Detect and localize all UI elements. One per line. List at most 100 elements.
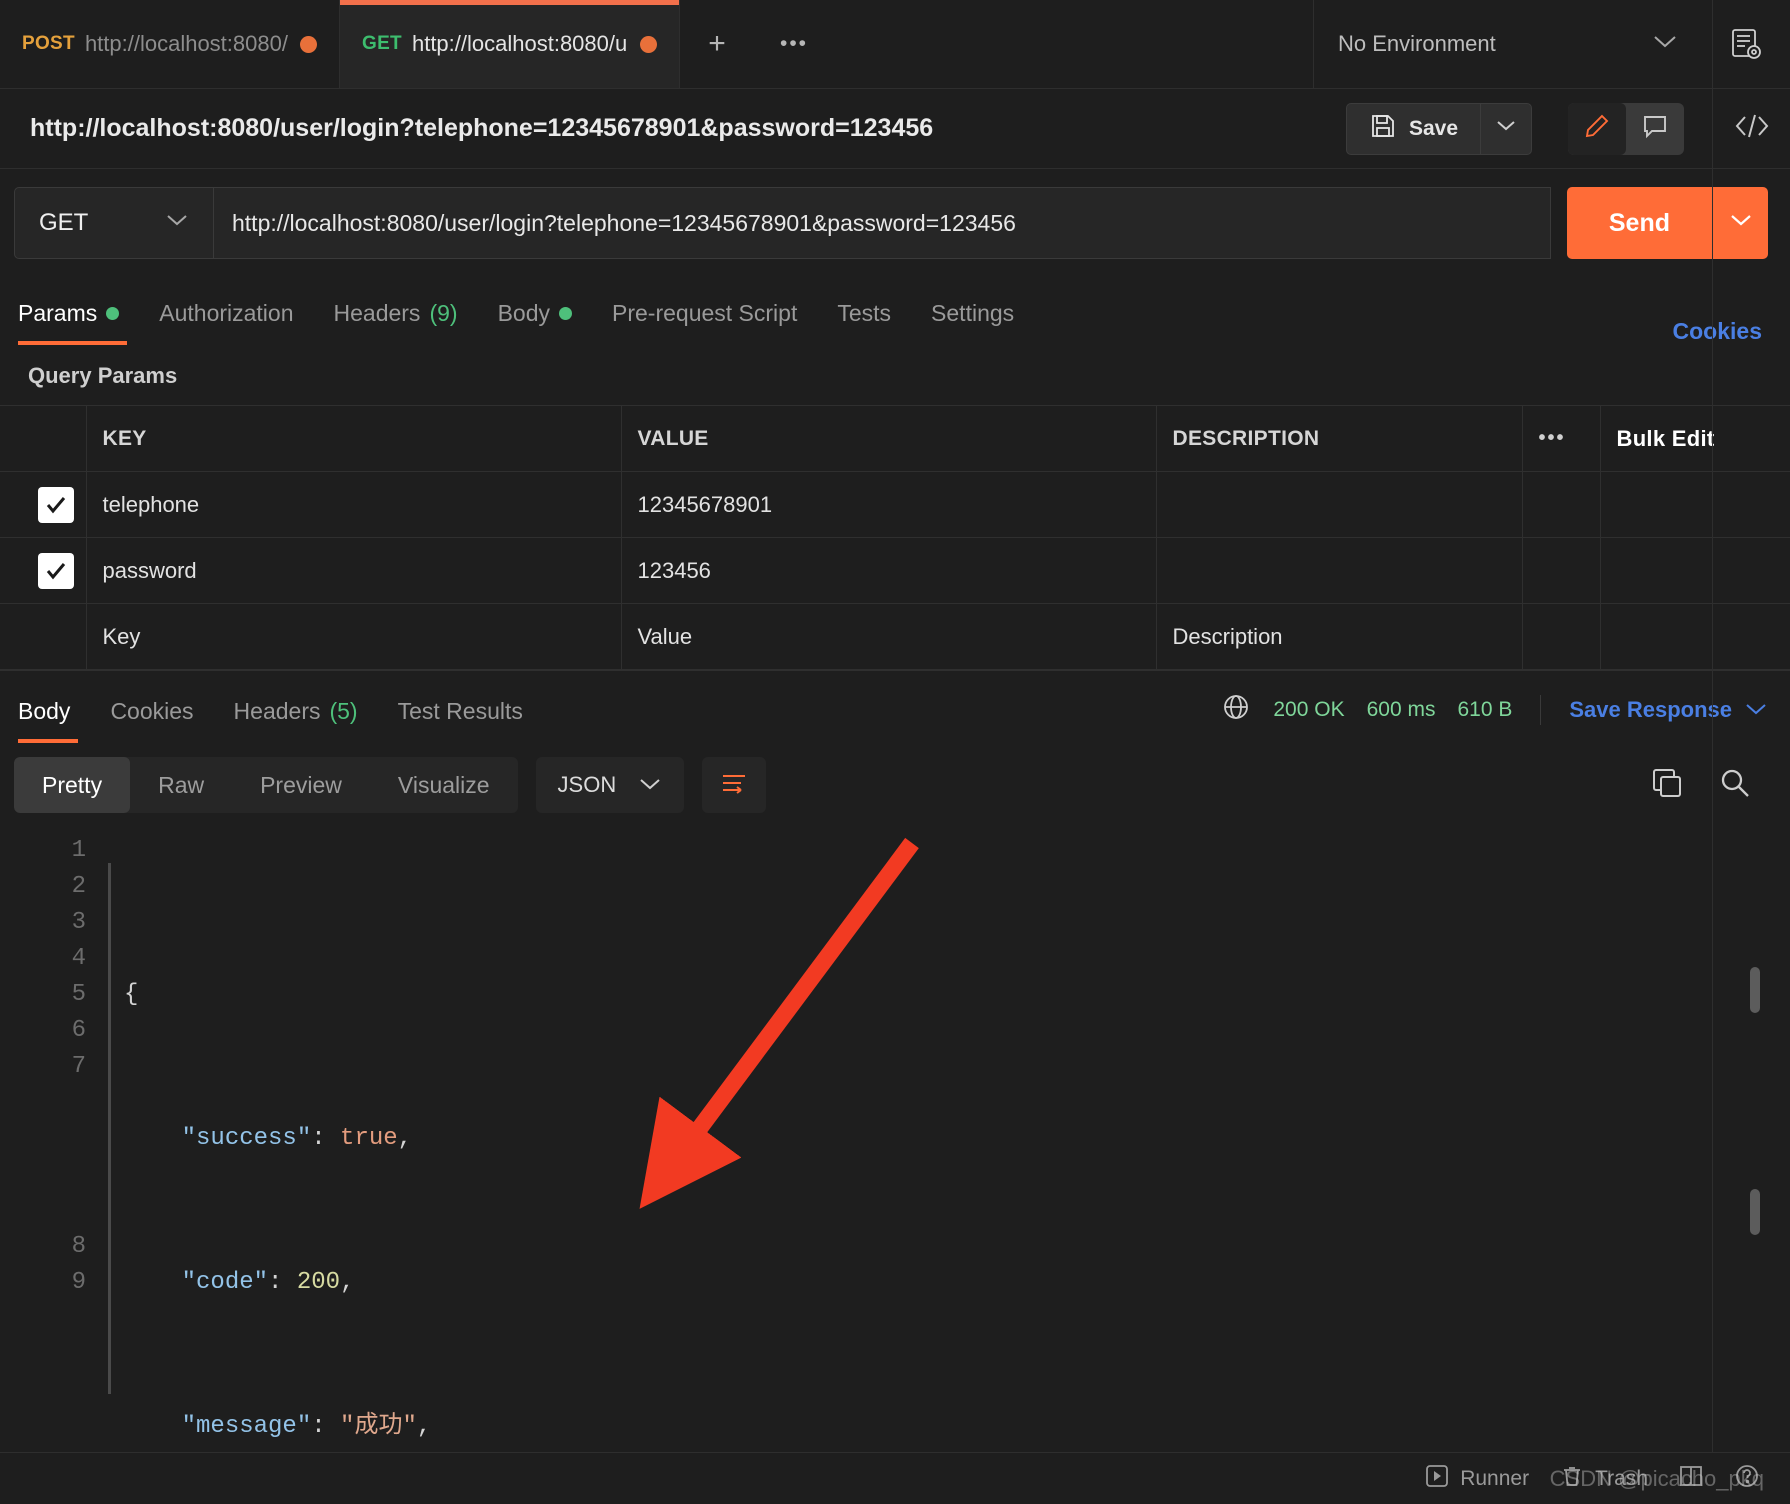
view-mode-preview[interactable]: Preview — [232, 757, 370, 813]
tab-label: Test Results — [397, 697, 523, 724]
table-row: password 123456 — [0, 537, 1790, 604]
param-description-placeholder[interactable]: Description — [1156, 603, 1523, 670]
json-value: true — [340, 1125, 398, 1152]
param-description[interactable] — [1156, 471, 1523, 538]
save-icon — [1369, 112, 1397, 146]
response-tab-cookies[interactable]: Cookies — [90, 679, 213, 743]
line-number: 6 — [71, 1017, 86, 1044]
view-mode-visualize[interactable]: Visualize — [370, 757, 518, 813]
json-key: "message" — [181, 1413, 312, 1440]
view-mode-pretty[interactable]: Pretty — [14, 757, 131, 813]
header-description: DESCRIPTION — [1156, 405, 1523, 472]
tab-options-icon[interactable]: ••• — [754, 0, 834, 88]
code-line-3: "code": 200, — [181, 1269, 355, 1296]
send-button[interactable]: Send — [1566, 187, 1712, 259]
right-rail — [1712, 0, 1790, 1452]
json-code[interactable]: { "success": true, "code": 200, "message… — [108, 827, 1790, 1452]
tab-name-label: http://localhost:8080/ — [84, 31, 288, 56]
edit-description-button[interactable] — [1568, 102, 1626, 155]
line-number: 2 — [71, 873, 86, 900]
line-number: 1 — [71, 837, 86, 864]
comment-icon — [1641, 112, 1669, 145]
header-more-options-icon[interactable]: ••• — [1522, 405, 1601, 472]
new-tab-button[interactable]: + — [680, 0, 754, 88]
request-title-bar: http://localhost:8080/user/login?telepho… — [0, 88, 1790, 169]
trash-icon — [1559, 1463, 1585, 1495]
tab-label: Tests — [837, 299, 892, 326]
param-value[interactable]: 123456 — [621, 537, 1157, 604]
divider — [1540, 694, 1542, 725]
modified-dot-icon — [106, 306, 120, 320]
response-format-select[interactable]: JSON — [535, 757, 685, 813]
tab-label: Params — [18, 299, 98, 326]
tab-params[interactable]: Params — [14, 281, 139, 345]
code-line-2: "success": true, — [181, 1125, 413, 1152]
request-tab-get[interactable]: GET http://localhost:8080/u — [340, 0, 680, 88]
row-checkbox-cell[interactable] — [0, 471, 87, 538]
pencil-icon — [1583, 112, 1611, 145]
tab-headers[interactable]: Headers (9) — [314, 281, 478, 345]
tab-body[interactable]: Body — [478, 281, 592, 345]
tab-tests[interactable]: Tests — [817, 281, 911, 345]
save-button[interactable]: Save — [1345, 102, 1480, 155]
response-body-viewer[interactable]: 1 2 3 4 5 6 7 8 9 { "success": true, "co… — [0, 827, 1790, 1452]
wrap-lines-button[interactable] — [702, 757, 767, 813]
tab-settings[interactable]: Settings — [911, 281, 1034, 345]
row-checkbox-cell[interactable] — [0, 603, 87, 670]
param-enabled-checkbox[interactable] — [38, 552, 74, 589]
unsaved-dot-icon — [640, 35, 657, 53]
tab-method-label: GET — [362, 33, 402, 54]
trash-label: Trash — [1595, 1466, 1648, 1490]
status-bar: Runner Trash CSDN @picacho_pkq — [0, 1452, 1790, 1504]
modified-dot-icon — [559, 306, 572, 320]
more-options-dots[interactable]: ••• — [1539, 427, 1584, 450]
runner-button[interactable]: Runner — [1424, 1463, 1529, 1495]
param-value[interactable]: 12345678901 — [621, 471, 1157, 538]
param-enabled-checkbox[interactable] — [38, 486, 74, 523]
save-label: Save — [1408, 116, 1458, 140]
save-options-button[interactable] — [1480, 102, 1532, 155]
header-checkbox-cell — [0, 405, 87, 472]
copy-icon[interactable] — [1650, 766, 1684, 805]
param-value-placeholder[interactable]: Value — [621, 603, 1157, 670]
tab-label: Body — [18, 697, 71, 724]
globe-icon — [1221, 692, 1251, 727]
response-format-label: JSON — [557, 772, 617, 797]
request-tab-post[interactable]: POST http://localhost:8080/ — [0, 0, 340, 88]
param-description[interactable] — [1156, 537, 1523, 604]
view-toggle-group — [1568, 102, 1684, 155]
json-value: 200 — [296, 1269, 341, 1296]
param-key-placeholder[interactable]: Key — [86, 603, 622, 670]
view-mode-raw[interactable]: Raw — [130, 757, 232, 813]
tab-authorization[interactable]: Authorization — [139, 281, 313, 345]
question-circle-icon — [1734, 1463, 1760, 1495]
param-key[interactable]: password — [86, 537, 622, 604]
request-tab-strip: POST http://localhost:8080/ GET http://l… — [0, 0, 1790, 89]
tab-label: Body — [497, 299, 550, 326]
http-method-label: GET — [39, 209, 89, 236]
environment-selector[interactable]: No Environment — [1314, 0, 1702, 89]
http-method-select[interactable]: GET — [14, 187, 214, 259]
code-line-1: { — [108, 977, 1790, 1013]
comments-button[interactable] — [1626, 103, 1684, 155]
query-params-table: KEY VALUE DESCRIPTION ••• Bulk Edit tele… — [0, 405, 1790, 670]
help-button[interactable] — [1734, 1463, 1760, 1495]
row-checkbox-cell[interactable] — [0, 537, 87, 604]
layout-toggle-button[interactable] — [1678, 1463, 1704, 1495]
json-key: "code" — [181, 1269, 269, 1296]
param-key[interactable]: telephone — [86, 471, 622, 538]
response-view-modes: Pretty Raw Preview Visualize — [14, 757, 518, 813]
tab-pre-request-script[interactable]: Pre-request Script — [592, 281, 817, 345]
url-input[interactable]: http://localhost:8080/user/login?telepho… — [214, 187, 1551, 259]
response-tab-body[interactable]: Body — [14, 679, 90, 743]
response-view-bar: Pretty Raw Preview Visualize JSON — [0, 743, 1790, 827]
response-bar: Body Cookies Headers (5) Test Results 20… — [0, 671, 1790, 743]
response-meta: 200 OK 600 ms 610 B Save Response — [1221, 692, 1768, 743]
play-box-icon — [1424, 1463, 1450, 1495]
trash-button[interactable]: Trash — [1559, 1463, 1648, 1495]
line-number: 3 — [71, 909, 86, 936]
chevron-down-icon — [1652, 34, 1678, 55]
code-line-4: "message": "成功", — [181, 1413, 432, 1440]
response-tab-test-results[interactable]: Test Results — [378, 679, 543, 743]
response-tab-headers[interactable]: Headers (5) — [214, 679, 378, 743]
